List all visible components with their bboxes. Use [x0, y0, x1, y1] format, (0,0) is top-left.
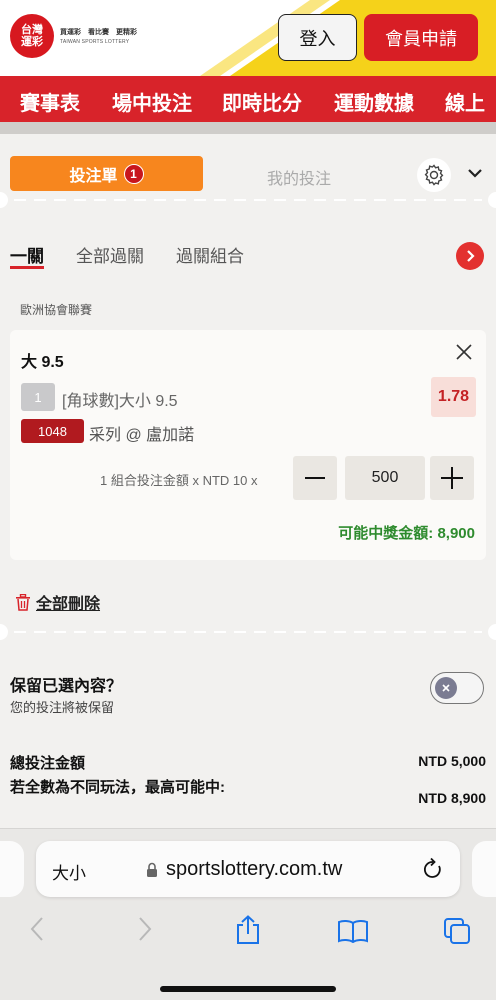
increase-stake-button[interactable] [430, 456, 474, 500]
odds-value: 1.78 [431, 377, 476, 417]
reload-icon[interactable] [422, 857, 444, 881]
text-size-button[interactable]: 大小 [52, 859, 86, 884]
browser-toolbar: 大小 sportslottery.com.tw [0, 828, 496, 1000]
tab-betslip-label: 投注單 [69, 167, 118, 185]
divider [0, 624, 496, 640]
nav-item-sports-data[interactable]: 運動數據 [334, 87, 414, 116]
share-icon[interactable] [234, 915, 262, 945]
trash-icon [16, 593, 30, 611]
decrease-stake-button[interactable] [293, 456, 337, 500]
gear-icon[interactable] [417, 158, 451, 192]
login-button[interactable]: 登入 [278, 14, 357, 61]
next-tab-preview[interactable] [472, 841, 496, 897]
stake-label: 1 組合投注金額 x NTD 10 x [100, 473, 258, 488]
betslip-count-badge: 1 [123, 163, 144, 184]
divider [0, 192, 496, 208]
chevron-down-icon[interactable] [466, 167, 484, 179]
potential-payout: 可能中獎金額: 8,900 [338, 525, 475, 542]
tabs-icon[interactable] [443, 917, 473, 945]
game-code-badge: 1048 [21, 419, 84, 443]
forward-icon[interactable] [136, 915, 154, 943]
nav-item-schedule[interactable]: 賽事表 [20, 87, 80, 116]
url-display[interactable]: sportslottery.com.tw [146, 858, 342, 881]
nav-item-live-betting[interactable]: 場中投注 [112, 87, 192, 116]
back-icon[interactable] [28, 915, 46, 943]
bet-title: 大 9.5 [21, 354, 64, 371]
logo-emblem: 台灣 運彩 [10, 14, 54, 58]
site-header: 台灣 運彩 買運彩 看比賽 更精彩 TAIWAN SPORTS LOTTERY … [0, 0, 496, 76]
previous-tab-preview[interactable] [0, 841, 24, 897]
close-icon[interactable] [454, 342, 474, 362]
logo-text-bottom: 運彩 [21, 36, 43, 48]
delete-all-button[interactable]: 全部刪除 [15, 590, 100, 614]
line-number-badge: 1 [21, 383, 55, 411]
lock-icon [147, 862, 157, 877]
chevron-right-icon[interactable] [456, 242, 484, 270]
bet-type-tabs: 一關 全部過關 過關組合 [0, 238, 496, 270]
register-button[interactable]: 會員申請 [364, 14, 478, 61]
max-payout-label: 若全數為不同玩法，最高可能中: [10, 779, 225, 796]
keep-selections-title: 保留已選內容？ [10, 678, 123, 695]
bet-card: 大 9.5 1 [角球數]大小 9.5 1.78 1048 采列 @ 盧加諾 1… [10, 330, 486, 560]
address-bar[interactable]: 大小 sportslottery.com.tw [36, 841, 460, 897]
url-text: sportslottery.com.tw [166, 858, 343, 880]
active-tab-indicator [10, 266, 44, 269]
logo-tagline: 買運彩 看比賽 更精彩 [60, 29, 137, 36]
nav-item-online[interactable]: 線上 [445, 87, 485, 116]
keep-selections-toggle[interactable] [430, 672, 484, 704]
logo-text-top: 台灣 [21, 24, 43, 36]
stake-input[interactable]: 500 [345, 456, 425, 500]
delete-all-label: 全部刪除 [36, 596, 101, 613]
tab-betslip[interactable]: 投注單 1 [10, 156, 203, 191]
nav-item-live-scores[interactable]: 即時比分 [222, 87, 302, 116]
tab-all-parlay[interactable]: 全部過關 [76, 242, 144, 267]
keep-selections-subtitle: 您的投注將被保留 [10, 700, 115, 715]
selection-label: 采列 @ 盧加諾 [89, 427, 195, 444]
site-logo[interactable]: 台灣 運彩 買運彩 看比賽 更精彩 TAIWAN SPORTS LOTTERY [10, 14, 137, 58]
max-payout-value: NTD 8,900 [418, 790, 486, 806]
logo-english: TAIWAN SPORTS LOTTERY [60, 39, 130, 45]
tab-single[interactable]: 一關 [10, 242, 44, 267]
league-name: 歐洲協會聯賽 [20, 303, 93, 317]
total-stake-label: 總投注金額 [10, 755, 86, 772]
main-nav: 賽事表 場中投注 即時比分 運動數據 線上 [0, 76, 496, 122]
bookmarks-icon[interactable] [337, 919, 369, 943]
market-label: [角球數]大小 9.5 [62, 393, 178, 410]
tab-parlay-combo[interactable]: 過關組合 [176, 242, 244, 267]
toggle-off-icon [435, 677, 457, 699]
total-stake-value: NTD 5,000 [418, 753, 486, 769]
home-indicator [160, 986, 336, 992]
tab-my-bets[interactable]: 我的投注 [267, 165, 331, 189]
